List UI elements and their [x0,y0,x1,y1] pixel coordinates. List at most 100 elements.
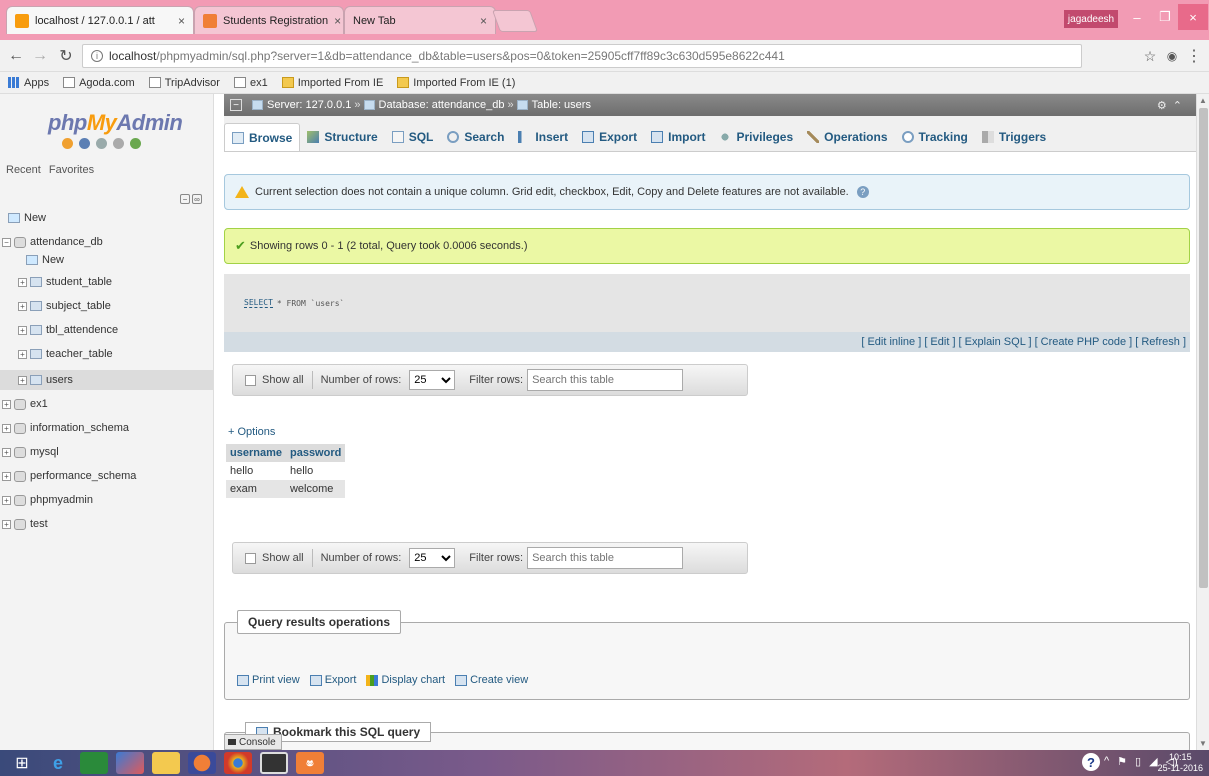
star-icon[interactable]: ☆ [1140,46,1160,66]
help-icon[interactable]: ? [856,186,869,198]
network-icon[interactable]: ◢ [1149,755,1157,768]
reload-nav-icon[interactable] [130,138,141,149]
taskbar-clock[interactable]: 10:15 25-11-2016 [1158,752,1203,774]
docs-icon[interactable] [96,138,107,149]
help-tray-icon[interactable]: ? [1082,753,1100,771]
xampp-icon[interactable]: ෂ [296,752,324,774]
recent-tab[interactable]: Recent [4,164,43,176]
file-explorer-icon[interactable] [152,752,180,774]
scroll-thumb[interactable] [1199,108,1208,588]
link-with-main-icon[interactable]: ∞ [192,194,202,204]
breadcrumb-server[interactable]: Server: 127.0.0.1 [252,99,351,111]
ie-icon[interactable]: e [44,752,72,774]
tab-operations[interactable]: Operations [800,123,894,151]
tree-table-users[interactable]: + users [0,370,213,390]
tab-sql[interactable]: SQL [385,123,441,151]
battery-icon[interactable]: ▯ [1135,755,1141,768]
tree-db-phpmyadmin[interactable]: + phpmyadmin [2,494,93,506]
show-all-checkbox[interactable] [245,552,256,564]
tree-table-new[interactable]: New [26,254,64,266]
expand-icon[interactable]: + [2,423,11,433]
tree-new-database[interactable]: New [8,212,46,224]
bookmark-tripadvisor[interactable]: TripAdvisor [148,77,220,89]
phpmyadmin-logo[interactable]: phpMyAdmin [48,110,183,136]
tab-import[interactable]: Import [644,123,712,151]
filter-input[interactable] [527,369,684,391]
chrome-icon[interactable] [224,752,252,774]
tree-db-ex1[interactable]: + ex1 [2,398,48,410]
settings-icon[interactable] [113,138,124,149]
bookmark-agoda[interactable]: Agoda.com [63,77,135,89]
tab-structure[interactable]: Structure [300,123,384,151]
close-icon[interactable]: × [328,14,341,28]
tree-db-mysql[interactable]: + mysql [2,446,59,458]
breadcrumb-database[interactable]: Database: attendance_db [363,99,505,111]
collapse-nav-icon[interactable]: − [230,99,242,111]
windows-start-icon[interactable]: ⊞ [8,752,36,774]
tree-table-student_table[interactable]: + student_table [18,276,112,288]
tab-browse[interactable]: Browse [224,123,301,151]
expand-icon[interactable]: + [18,325,27,335]
collapse-all-icon[interactable]: − [180,194,190,204]
tab-privileges[interactable]: Privileges [712,123,800,151]
expand-icon[interactable]: + [18,349,27,359]
tab-new-tab[interactable]: New Tab × [344,6,496,34]
close-icon[interactable]: × [172,14,185,28]
url-input[interactable]: i localhost/phpmyadmin/sql.php?server=1&… [82,44,1082,68]
display-chart-link[interactable]: Display chart [366,674,445,686]
restore-button[interactable]: ❐ [1150,4,1180,30]
expand-icon[interactable]: + [2,495,11,505]
reload-icon[interactable]: ↻ [56,46,76,66]
expand-icon[interactable]: + [18,375,27,385]
tree-table-tbl_attendence[interactable]: + tbl_attendence [18,324,118,336]
close-icon[interactable]: × [474,14,487,28]
rows-select[interactable]: 25 [409,548,456,568]
new-tab-button[interactable] [491,10,539,32]
tree-db-performance_schema[interactable]: + performance_schema [2,470,136,482]
print-view-link[interactable]: Print view [237,674,300,686]
sql-action-links[interactable]: [ Edit inline ] [ Edit ] [ Explain SQL ]… [224,332,1190,352]
minimize-button[interactable]: – [1122,4,1152,30]
bookmark-ex1[interactable]: ex1 [233,77,268,89]
bookmark-apps[interactable]: Apps [8,77,49,89]
tree-table-subject_table[interactable]: + subject_table [18,300,111,312]
tab-insert[interactable]: Insert [511,123,575,151]
export-link[interactable]: Export [309,674,356,686]
expand-icon[interactable]: + [2,471,11,481]
window-close-button[interactable]: × [1178,4,1208,30]
bookmark-folder-imported-1[interactable]: Imported From IE (1) [397,77,515,89]
tree-db-attendance_db[interactable]: − attendance_db [2,236,103,248]
expand-icon[interactable]: + [18,277,27,287]
flag-icon[interactable]: ⚑ [1117,755,1127,768]
cmd-icon[interactable] [260,752,288,774]
firefox-icon[interactable] [188,752,216,774]
expand-icon[interactable]: + [2,519,11,529]
options-link[interactable]: + Options [228,426,275,438]
create-view-link[interactable]: Create view [455,674,528,686]
store-icon[interactable] [80,752,108,774]
tree-db-information_schema[interactable]: + information_schema [2,422,129,434]
chevron-up-icon[interactable]: ^ [1104,755,1109,768]
column-header-password[interactable]: password [285,444,346,462]
tab-tracking[interactable]: Tracking [895,123,975,151]
logout-icon[interactable] [79,138,90,149]
scroll-up-icon[interactable]: ▲ [1199,96,1207,105]
favorites-tab[interactable]: Favorites [47,164,96,176]
sql-keyword-link[interactable]: SELECT [244,298,273,308]
tree-table-teacher_table[interactable]: + teacher_table [18,348,113,360]
profile-badge[interactable]: jagadeesh [1064,10,1118,28]
column-header-username[interactable]: username [226,444,286,462]
back-arrow-icon[interactable]: ← [6,46,26,66]
app-icon[interactable] [116,752,144,774]
tab-students-registration[interactable]: Students Registration × [194,6,344,34]
tab-export[interactable]: Export [575,123,644,151]
menu-icon[interactable]: ⋮ [1184,46,1204,66]
filter-input[interactable] [527,547,684,569]
show-all-checkbox[interactable] [245,374,256,386]
tab-search[interactable]: Search [440,123,511,151]
settings-gear-icon[interactable]: ⚙⌃ [1157,99,1188,112]
page-scrollbar[interactable]: ▲ ▼ [1196,94,1209,750]
info-icon[interactable]: i [91,50,103,62]
home-icon[interactable] [62,138,73,149]
bookmark-folder-imported[interactable]: Imported From IE [281,77,383,89]
